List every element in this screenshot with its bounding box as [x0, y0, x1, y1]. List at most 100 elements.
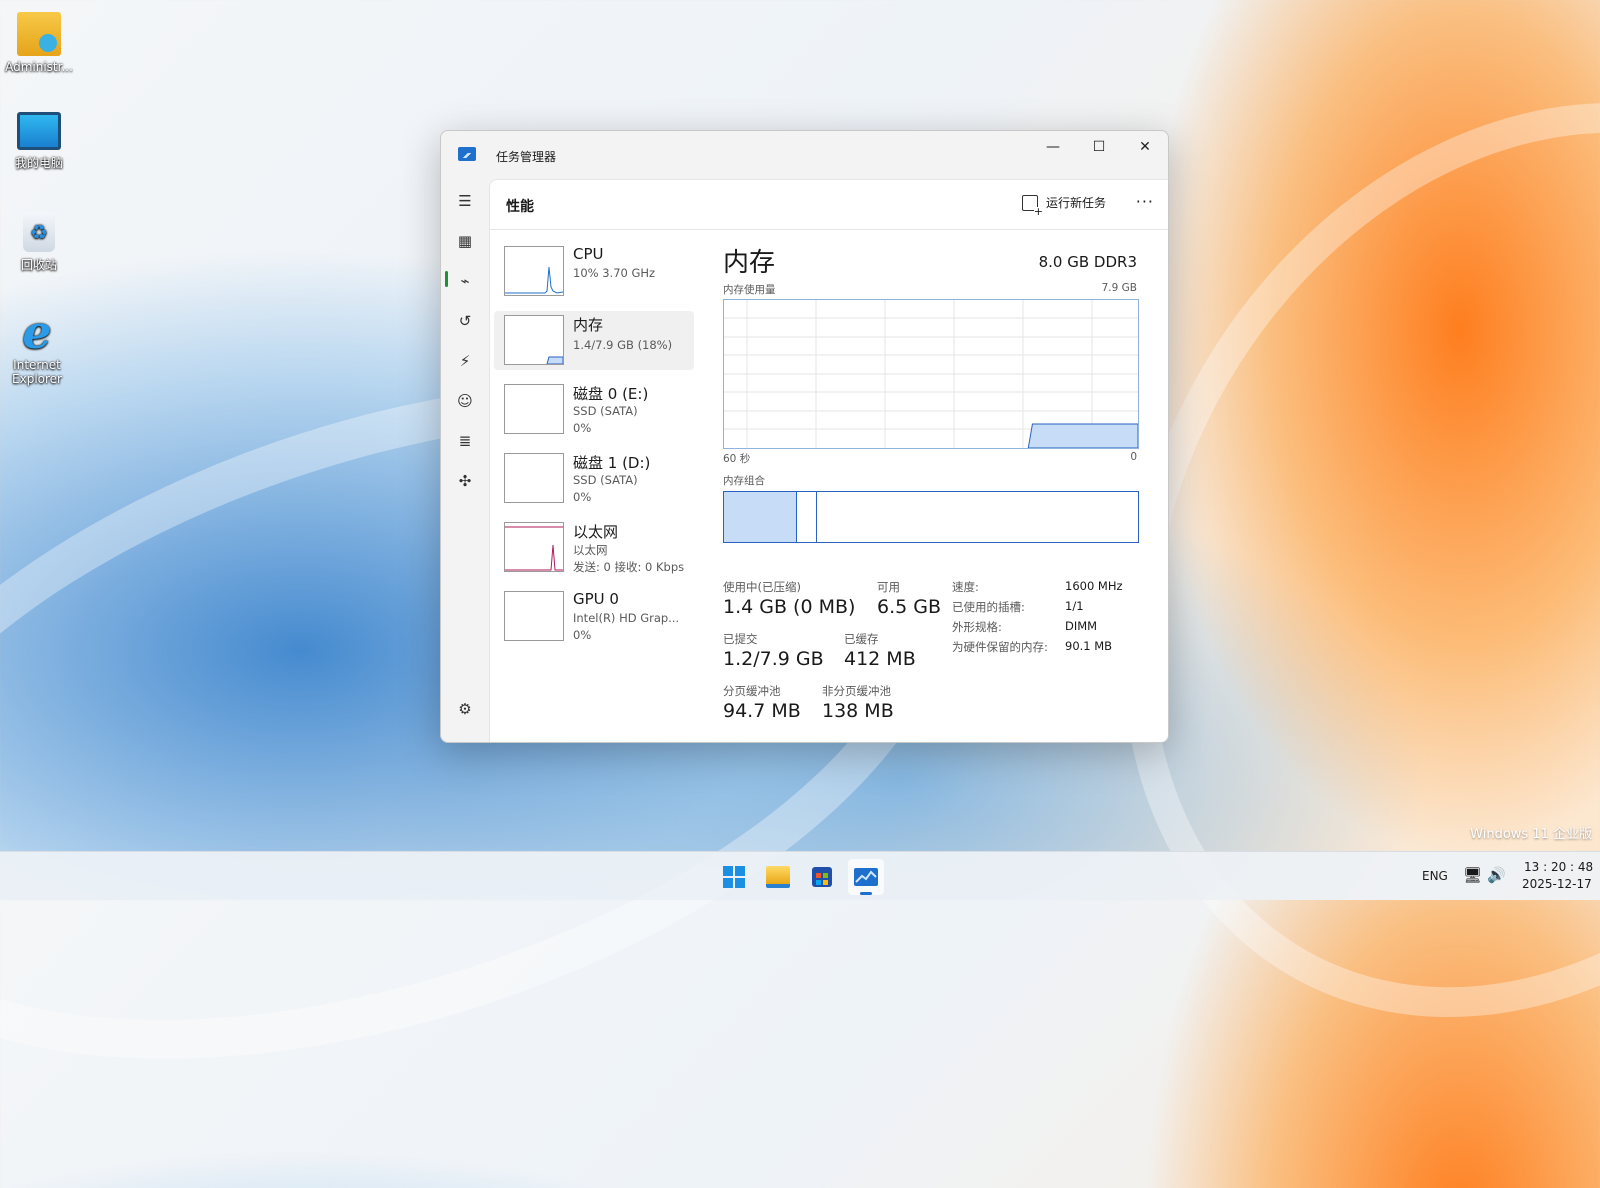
desktop-icon-label: Internet Explorer [12, 358, 62, 386]
memory-title: 内存 [723, 248, 776, 278]
available-value: 6.5 GB [877, 596, 942, 618]
services-icon[interactable]: ✣ [449, 465, 481, 497]
title-bar[interactable]: 任务管理器 — ☐ ✕ [441, 131, 1168, 179]
volume-icon[interactable]: 🔊 [1487, 866, 1506, 884]
desktop-icon-internet-explorer[interactable]: e Internet Explorer [0, 305, 74, 386]
users-icon[interactable]: ☺ [449, 385, 481, 417]
device-name: 以太网 [573, 523, 619, 541]
device-detail: 以太网 [573, 543, 608, 557]
task-manager-window: 任务管理器 — ☐ ✕ ☰ ▦ ⌁ ↺ ⚡ ☺ ≣ ✣ ⚙ 性能 运行新任务 ·… [440, 130, 1169, 743]
close-button[interactable]: ✕ [1122, 131, 1168, 163]
clock-time[interactable]: 13 : 20 : 48 [1524, 860, 1593, 874]
maximize-button[interactable]: ☐ [1076, 131, 1122, 163]
nav-active-indicator [445, 271, 448, 287]
device-usage: 0% [573, 628, 592, 642]
ethernet-sparkline [505, 526, 563, 571]
device-item-disk0[interactable]: 磁盘 0 (E:) SSD (SATA) 0% [494, 380, 694, 439]
windows-edition-watermark: Windows 11 企业版 [1470, 827, 1592, 842]
disk1-thumbnail [504, 453, 564, 503]
windows-logo-icon [723, 866, 745, 888]
cpu-sparkline [505, 266, 563, 294]
desktop-icon-administrator[interactable]: Administr... [2, 12, 76, 74]
more-options-button[interactable]: ··· [1136, 192, 1154, 211]
memory-composition-bar [723, 491, 1139, 543]
taskbar-store[interactable] [804, 859, 840, 895]
nonpaged-pool-label: 非分页缓冲池 [822, 684, 891, 698]
taskbar-task-manager[interactable] [848, 859, 884, 895]
graph-axis-left: 60 秒 [723, 453, 751, 465]
cached-label: 已缓存 [844, 632, 879, 646]
memory-usage-area [1027, 423, 1139, 449]
run-new-task-button[interactable]: 运行新任务 [1021, 194, 1106, 217]
paged-pool-label: 分页缓冲池 [723, 684, 781, 698]
device-name: 磁盘 1 (D:) [573, 454, 651, 472]
store-icon [812, 867, 832, 887]
processes-icon[interactable]: ▦ [449, 225, 481, 257]
minimize-button[interactable]: — [1030, 131, 1076, 163]
device-name: GPU 0 [573, 590, 619, 608]
graph-axis-right: 0 [1130, 451, 1137, 463]
device-item-gpu[interactable]: GPU 0 Intel(R) HD Grap... 0% [494, 587, 694, 646]
device-name: 内存 [573, 316, 604, 334]
taskbar: ENG 🖥 🔊 13 : 20 : 48 2025-12-17 [0, 851, 1600, 900]
memory-thumbnail [504, 315, 564, 365]
user-folder-icon [17, 12, 61, 56]
run-task-icon [1021, 194, 1043, 217]
device-item-memory[interactable]: 内存 1.4/7.9 GB (18%) [494, 311, 694, 370]
device-item-cpu[interactable]: CPU 10% 3.70 GHz [494, 242, 694, 301]
nonpaged-pool-value: 138 MB [822, 700, 894, 722]
task-manager-app-icon [458, 147, 476, 161]
hamburger-menu-icon[interactable]: ☰ [449, 185, 481, 217]
spec-value-slots: 1/1 [1065, 599, 1084, 613]
startup-apps-icon[interactable]: ⚡ [449, 345, 481, 377]
settings-gear-icon[interactable]: ⚙ [449, 693, 481, 725]
desktop-icon-label: 回收站 [20, 258, 57, 272]
ethernet-thumbnail [504, 522, 564, 572]
device-detail: 1.4/7.9 GB (18%) [573, 338, 673, 352]
app-history-icon[interactable]: ↺ [449, 305, 481, 337]
device-throughput: 发送: 0 接收: 0 Kbps [573, 560, 685, 574]
performance-icon[interactable]: ⌁ [449, 265, 481, 297]
device-name: 磁盘 0 (E:) [573, 385, 649, 403]
desktop-icon-label: Administr... [5, 60, 73, 74]
network-icon[interactable]: 🖥 [1463, 866, 1482, 884]
spec-key-slots: 已使用的插槽: [952, 600, 1025, 614]
spec-value-hardware-reserved: 90.1 MB [1065, 639, 1113, 653]
spec-value-form-factor: DIMM [1065, 619, 1098, 633]
start-button[interactable] [716, 859, 752, 895]
device-name: CPU [573, 245, 604, 263]
task-manager-icon [854, 868, 878, 886]
cpu-thumbnail [504, 246, 564, 296]
device-item-disk1[interactable]: 磁盘 1 (D:) SSD (SATA) 0% [494, 449, 694, 508]
memory-usage-max: 7.9 GB [1101, 282, 1137, 294]
run-new-task-label: 运行新任务 [1045, 196, 1106, 210]
in-use-label: 使用中(已压缩) [723, 580, 801, 594]
input-language[interactable]: ENG [1422, 869, 1448, 883]
taskbar-file-explorer[interactable] [760, 859, 796, 895]
device-detail: SSD (SATA) [573, 404, 638, 418]
memory-spec: 8.0 GB DDR3 [1038, 253, 1137, 271]
memory-usage-graph [723, 299, 1139, 449]
performance-content: 性能 运行新任务 ··· CPU 10% 3.70 GHz 内存 1. [489, 179, 1168, 742]
internet-explorer-icon: e [22, 305, 52, 359]
device-usage: 0% [573, 490, 592, 504]
spec-key-speed: 速度: [952, 580, 979, 594]
window-title: 任务管理器 [496, 150, 557, 164]
cached-value: 412 MB [844, 648, 916, 670]
page-title: 性能 [506, 199, 534, 215]
clock-date[interactable]: 2025-12-17 [1522, 877, 1592, 891]
details-icon[interactable]: ≣ [449, 425, 481, 457]
memory-sparkline [546, 356, 563, 364]
spec-key-form-factor: 外形规格: [952, 620, 1002, 634]
desktop-icon-recycle-bin[interactable]: ♻ 回收站 [2, 212, 76, 273]
in-use-value: 1.4 GB (0 MB) [723, 596, 856, 618]
desktop-icon-my-computer[interactable]: 我的电脑 [2, 112, 76, 171]
device-detail: SSD (SATA) [573, 473, 638, 487]
composition-in-use [724, 492, 797, 542]
file-explorer-icon [766, 866, 790, 888]
device-item-ethernet[interactable]: 以太网 以太网 发送: 0 接收: 0 Kbps [494, 518, 694, 577]
memory-usage-label: 内存使用量 [723, 284, 776, 296]
recycle-bin-icon: ♻ [23, 212, 55, 252]
monitor-icon [17, 112, 61, 150]
committed-value: 1.2/7.9 GB [723, 648, 824, 670]
